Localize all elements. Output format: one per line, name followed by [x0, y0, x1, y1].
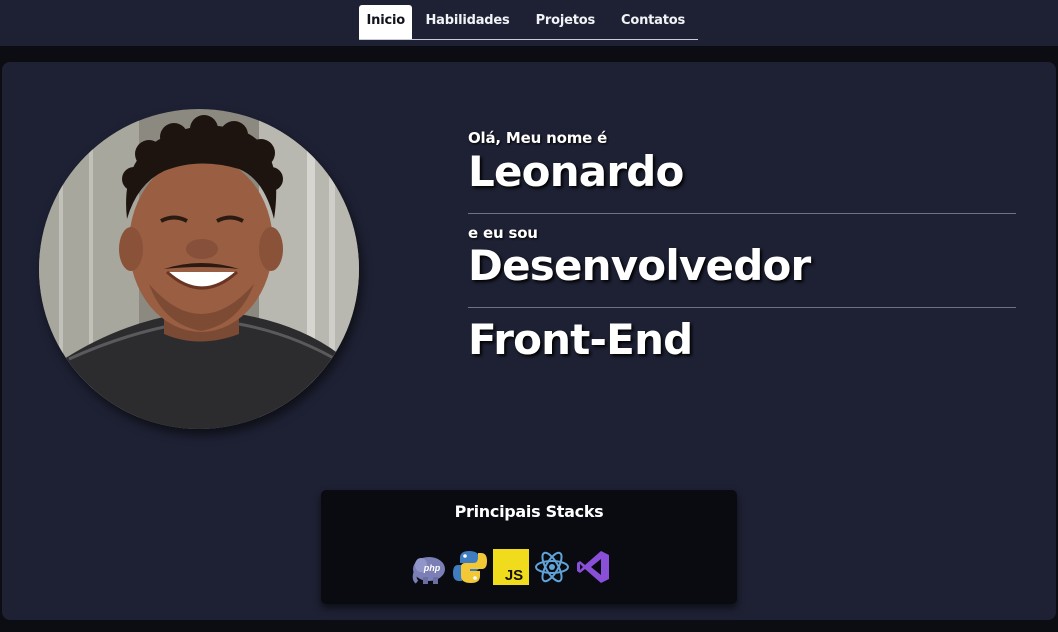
svg-text:JS: JS: [505, 567, 523, 584]
role-prefix-text: e eu sou: [468, 224, 538, 242]
python-icon: [453, 551, 487, 583]
tab-contatos[interactable]: Contatos: [608, 5, 698, 39]
role-heading-line2: Front-End: [468, 315, 693, 364]
intro-text: Olá, Meu nome é Leonardo e eu sou Desenv…: [468, 128, 1016, 362]
stacks-title: Principais Stacks: [454, 502, 604, 521]
name-heading: Leonardo: [468, 147, 684, 196]
main-stacks-card: Principais Stacks php JS: [321, 490, 737, 604]
greeting-text: Olá, Meu nome é: [468, 129, 608, 147]
visual-studio-icon: [577, 551, 609, 583]
svg-text:php: php: [423, 563, 441, 573]
hero-panel: Olá, Meu nome é Leonardo e eu sou Desenv…: [2, 62, 1056, 620]
javascript-icon: JS: [493, 549, 529, 585]
profile-photo: [39, 109, 359, 429]
nav-tabs: Inicio Habilidades Projetos Contatos: [359, 5, 698, 40]
tab-habilidades[interactable]: Habilidades: [412, 5, 522, 39]
react-icon: [535, 551, 569, 583]
php-elephant-icon: php: [412, 557, 445, 584]
divider: [468, 307, 1016, 308]
tab-inicio[interactable]: Inicio: [359, 5, 413, 39]
role-heading-line1: Desenvolvedor: [468, 241, 811, 290]
stack-icons-row: php JS: [411, 549, 611, 585]
divider: [468, 213, 1016, 214]
tab-projetos[interactable]: Projetos: [523, 5, 608, 39]
top-navigation-bar: Inicio Habilidades Projetos Contatos: [0, 0, 1058, 46]
